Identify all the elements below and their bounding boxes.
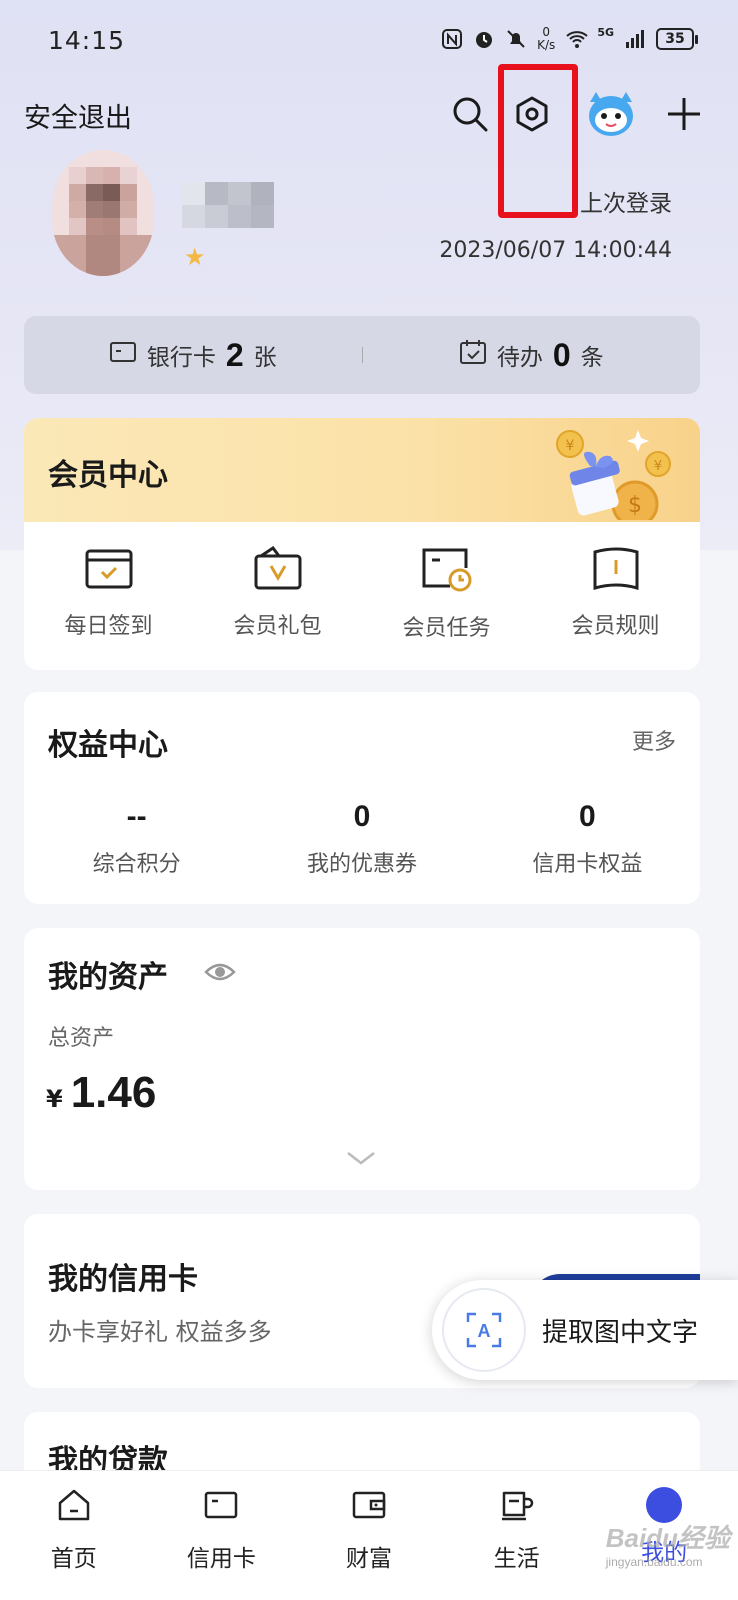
rights-value: 0 — [353, 800, 371, 833]
settings-highlight-box — [498, 64, 578, 218]
svg-text:$: $ — [628, 493, 642, 518]
baidu-watermark: Baidu经验 jingyan.baidu.com — [606, 1518, 730, 1569]
member-item-gift-pack[interactable]: 会员礼包 — [193, 545, 362, 642]
rights-item-coupons[interactable]: 0 我的优惠券 — [249, 800, 474, 878]
extract-text-button[interactable]: A 提取图中文字 — [432, 1280, 738, 1380]
todo-calendar-icon — [459, 339, 487, 371]
mascot-icon[interactable] — [582, 84, 640, 142]
last-login-label: 上次登录 — [580, 191, 672, 217]
rights-item-card-benefits[interactable]: 0 信用卡权益 — [475, 800, 700, 878]
member-item-label: 每日签到 — [64, 614, 153, 639]
bank-card-count: 2 — [225, 336, 244, 373]
rules-book-icon — [591, 546, 641, 594]
top-header: 安全退出 — [0, 80, 738, 146]
calendar-check-icon — [84, 546, 134, 594]
svg-text:¥: ¥ — [566, 438, 575, 454]
total-assets-amount: 1.46 — [70, 1068, 157, 1117]
network-speed: 0 K/s — [537, 26, 555, 52]
status-time: 14:15 — [48, 26, 126, 55]
text-recognition-icon: A — [442, 1288, 526, 1372]
currency-symbol: ¥ — [46, 1085, 63, 1113]
username-masked — [182, 182, 274, 228]
todo-count: 0 — [552, 336, 571, 373]
member-center-grid: 每日签到 会员礼包 会员任务 会员规则 — [24, 545, 700, 642]
member-item-rules[interactable]: 会员规则 — [531, 546, 700, 642]
battery-level: 35 — [656, 28, 694, 50]
total-assets-label: 总资产 — [48, 1026, 115, 1051]
search-icon[interactable] — [446, 90, 494, 138]
rights-label: 我的优惠券 — [306, 852, 417, 877]
rights-label: 信用卡权益 — [532, 852, 643, 877]
credit-card-title: 我的信用卡 — [48, 1262, 198, 1297]
rights-row: -- 综合积分 0 我的优惠券 0 信用卡权益 — [24, 800, 700, 878]
nav-label: 首页 — [50, 1546, 97, 1572]
avatar[interactable] — [52, 150, 154, 276]
nav-life[interactable]: 生活 — [443, 1471, 591, 1600]
total-assets-value: ¥ 1.46 — [46, 1068, 156, 1118]
credit-card-subtitle: 办卡享好礼 权益多多 — [48, 1318, 272, 1346]
battery-icon: 35 — [656, 28, 698, 50]
status-bar: 14:15 0 K/s 5G 35 — [0, 0, 738, 80]
plus-icon[interactable] — [660, 90, 708, 138]
nfc-icon — [441, 28, 463, 50]
gift-pack-icon — [253, 545, 303, 594]
svg-text:A: A — [478, 1321, 491, 1341]
member-item-label: 会员任务 — [402, 616, 491, 641]
nav-label: 财富 — [345, 1546, 392, 1572]
bank-card-icon — [109, 341, 137, 369]
todo-unit: 条 — [580, 345, 604, 371]
assets-card: 我的资产 总资产 ¥ 1.46 — [24, 928, 700, 1190]
logout-button[interactable]: 安全退出 — [24, 96, 132, 135]
wifi-icon — [565, 28, 588, 50]
member-center-header[interactable]: 会员中心 ¥ ¥ $ — [24, 418, 700, 528]
nav-credit-card[interactable]: 信用卡 — [148, 1471, 296, 1600]
rights-item-points[interactable]: -- 综合积分 — [24, 800, 249, 878]
rights-value: 0 — [578, 800, 596, 833]
network-type: 5G — [597, 26, 614, 39]
watermark-url: jingyan.baidu.com — [605, 1555, 703, 1569]
home-icon — [56, 1487, 92, 1529]
member-center-title: 会员中心 — [48, 458, 168, 493]
member-item-tasks[interactable]: 会员任务 — [362, 546, 531, 642]
member-item-label: 会员规则 — [571, 614, 660, 639]
task-icon — [420, 546, 474, 596]
more-link[interactable]: 更多 — [632, 724, 676, 756]
mute-icon — [505, 28, 527, 50]
last-login-time: 2023/06/07 14:00:44 — [439, 238, 672, 263]
todo-label: 待办 — [496, 345, 543, 371]
assets-title: 我的资产 — [48, 960, 168, 995]
extract-text-label: 提取图中文字 — [542, 1318, 699, 1348]
rights-center-card: 权益中心 更多 -- 综合积分 0 我的优惠券 0 信用卡权益 — [24, 692, 700, 904]
bank-card-label: 银行卡 — [146, 345, 216, 371]
rights-center-title: 权益中心 — [48, 728, 168, 763]
stats-bar: 银行卡 2 张 待办 0 条 — [24, 316, 700, 394]
nav-wealth[interactable]: 财富 — [295, 1471, 443, 1600]
signal-icon — [624, 28, 646, 50]
cup-icon — [499, 1487, 535, 1529]
bank-card-unit: 张 — [253, 345, 277, 371]
status-icons: 0 K/s 5G 35 — [441, 26, 698, 52]
card-icon — [203, 1487, 239, 1529]
rights-value: -- — [126, 800, 147, 833]
wallet-icon — [351, 1487, 387, 1529]
nav-home[interactable]: 首页 — [0, 1471, 148, 1600]
gift-coins-illustration: ¥ ¥ $ — [540, 424, 680, 528]
nav-label: 信用卡 — [186, 1546, 256, 1572]
watermark-brand: Baidu经验 — [605, 1523, 730, 1553]
member-star-icon: ★ — [184, 243, 206, 271]
rights-label: 综合积分 — [92, 852, 181, 877]
svg-text:¥: ¥ — [654, 459, 662, 474]
speed-unit: K/s — [537, 38, 556, 52]
eye-icon[interactable] — [204, 960, 236, 988]
bank-card-count-item[interactable]: 银行卡 2 张 — [24, 337, 362, 374]
alarm-icon — [473, 28, 495, 50]
member-item-label: 会员礼包 — [233, 614, 322, 639]
chevron-down-icon[interactable] — [346, 1150, 376, 1170]
todo-count-item[interactable]: 待办 0 条 — [363, 337, 701, 374]
member-item-daily-checkin[interactable]: 每日签到 — [24, 546, 193, 642]
nav-label: 生活 — [493, 1546, 540, 1572]
member-center-card: 会员中心 ¥ ¥ $ 每日签到 会员礼包 会员任务 会员规则 — [24, 418, 700, 670]
